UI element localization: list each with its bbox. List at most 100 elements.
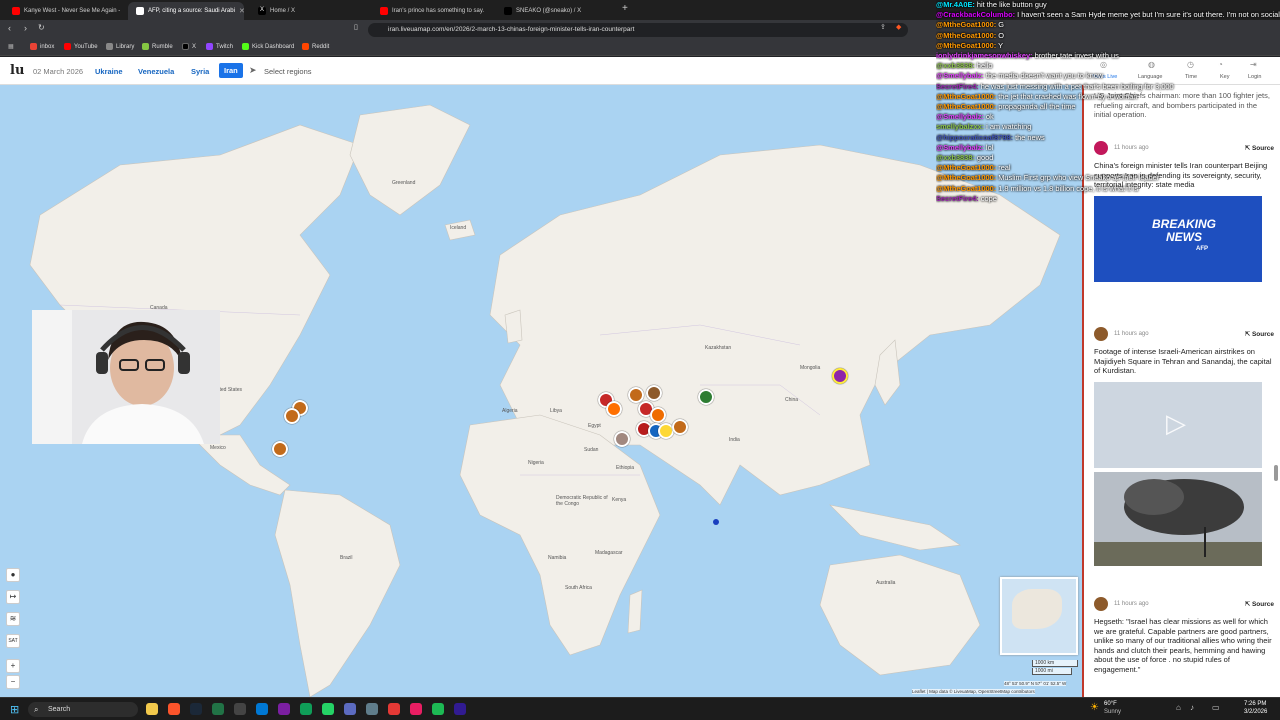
chat-username: @MtheGoat1000: bbox=[936, 30, 997, 40]
zoom-in-button[interactable]: + bbox=[6, 659, 20, 673]
event-pin-florida[interactable] bbox=[272, 441, 288, 457]
spotify-icon[interactable] bbox=[432, 703, 444, 715]
bookmark-rumble[interactable]: Rumble bbox=[142, 43, 173, 50]
bookmark-youtube[interactable]: YouTube bbox=[64, 43, 98, 50]
event-pin-turkey[interactable] bbox=[628, 387, 644, 403]
event-pin-us-east-2[interactable] bbox=[284, 408, 300, 424]
taskbar-search-box[interactable]: ⌕ Search bbox=[28, 702, 138, 717]
region-tab-venezuela[interactable]: Venezuela bbox=[138, 67, 174, 76]
opera-icon[interactable] bbox=[388, 703, 400, 715]
taskbar-date[interactable]: 3/2/2026 bbox=[1244, 709, 1267, 715]
file-explorer-icon[interactable] bbox=[146, 703, 158, 715]
brave-shield-icon[interactable]: ◆ bbox=[896, 23, 901, 31]
source-link[interactable]: ⇱ Source bbox=[1245, 600, 1274, 608]
network-icon[interactable]: ⌂ bbox=[1176, 703, 1181, 712]
excel-icon[interactable] bbox=[212, 703, 224, 715]
youtube-icon bbox=[380, 7, 388, 15]
url-field[interactable]: iran.liveuamap.com/en/2026/2-march-13-ch… bbox=[368, 23, 908, 37]
bookmark-kick[interactable]: Kick Dashboard bbox=[242, 43, 294, 50]
minimap[interactable] bbox=[1000, 577, 1078, 655]
chat-text: he was just messing with a pet that's be… bbox=[978, 81, 1174, 91]
premiere-icon[interactable] bbox=[454, 703, 466, 715]
volume-icon[interactable]: ♪ bbox=[1190, 703, 1194, 712]
event-pin-afghanistan[interactable] bbox=[698, 389, 714, 405]
close-tab-icon[interactable]: ✕ bbox=[239, 7, 244, 15]
tab-label: Home / X bbox=[270, 8, 296, 14]
world-map[interactable]: Greenland Iceland Canada United States M… bbox=[0, 85, 1082, 697]
video-thumbnail[interactable]: ▷ bbox=[1094, 381, 1262, 468]
share-icon[interactable]: ⇪ bbox=[880, 23, 886, 31]
news-item[interactable]: 11 hours ago ⇱ Source Footage of intense… bbox=[1094, 327, 1274, 566]
region-tab-syria[interactable]: Syria bbox=[191, 67, 209, 76]
weather-temp[interactable]: 60°F bbox=[1104, 701, 1117, 707]
battery-icon[interactable]: ▭ bbox=[1212, 703, 1220, 712]
browser-tab-1[interactable]: Kanye West - Never See Me Again - bbox=[4, 2, 126, 20]
select-regions-button[interactable]: Select regions bbox=[264, 67, 312, 76]
event-pin-iran-west[interactable] bbox=[650, 407, 666, 423]
region-tab-ukraine[interactable]: Ukraine bbox=[95, 67, 123, 76]
region-tab-iran[interactable]: Iran bbox=[219, 63, 243, 78]
bookmark-library[interactable]: Library bbox=[106, 43, 134, 50]
chat-username: @Mr.4A0E: bbox=[936, 0, 975, 9]
whatsapp-icon[interactable] bbox=[322, 703, 334, 715]
event-pin-iran-east[interactable] bbox=[672, 419, 688, 435]
label-libya: Libya bbox=[550, 408, 562, 414]
chrome-icon[interactable] bbox=[300, 703, 312, 715]
source-link[interactable]: ⇱ Source bbox=[1245, 330, 1274, 338]
browser-tab-5[interactable]: SNEAKO (@sneako) / X bbox=[496, 2, 618, 20]
reload-icon[interactable]: ↻ bbox=[38, 23, 45, 32]
back-icon[interactable]: ‹ bbox=[8, 23, 11, 33]
event-pin-saudi[interactable] bbox=[614, 431, 630, 447]
browser-tab-2[interactable]: AFP, citing a source: Saudi Arabi ✕ bbox=[128, 2, 244, 20]
bookmark-inbox[interactable]: inbox bbox=[30, 43, 54, 50]
apps-grid-icon[interactable]: ▦ bbox=[8, 43, 14, 50]
header-date[interactable]: 02 March 2026 bbox=[33, 67, 83, 76]
rumble-icon bbox=[142, 43, 149, 50]
label-mongolia: Mongolia bbox=[800, 365, 821, 371]
bookmark-x[interactable]: X bbox=[182, 43, 196, 50]
zoom-out-button[interactable]: − bbox=[6, 675, 20, 689]
steam-icon[interactable] bbox=[190, 703, 202, 715]
airstrike-photo[interactable] bbox=[1094, 471, 1262, 566]
bookmark-reddit[interactable]: Reddit bbox=[302, 43, 329, 50]
chat-text: G bbox=[996, 20, 1004, 30]
app-icon[interactable] bbox=[344, 703, 356, 715]
chat-message: SecretFire4: he was just messing with a … bbox=[936, 82, 1280, 92]
brave-browser-icon[interactable] bbox=[168, 703, 180, 715]
edge-icon[interactable] bbox=[256, 703, 268, 715]
measure-button[interactable]: ↦ bbox=[6, 590, 20, 604]
chat-text: cope bbox=[978, 193, 997, 203]
event-pin-beijing[interactable] bbox=[832, 368, 848, 384]
capcut-icon[interactable] bbox=[410, 703, 422, 715]
taskbar-time[interactable]: 7:26 PM bbox=[1244, 701, 1266, 707]
source-avatar-icon bbox=[1094, 327, 1108, 341]
new-tab-button[interactable]: + bbox=[622, 3, 628, 14]
chat-username: @xxb3838: bbox=[936, 61, 975, 71]
chat-username: SecretFire4: bbox=[936, 193, 979, 203]
browser-tab-3[interactable]: X Home / X bbox=[250, 2, 366, 20]
layers-button[interactable]: ≋ bbox=[6, 612, 20, 626]
bookmark-icon[interactable]: ▯ bbox=[354, 23, 358, 31]
satellite-button[interactable]: SAT bbox=[6, 634, 20, 648]
reddit-icon bbox=[302, 43, 309, 50]
locate-button[interactable]: ● bbox=[6, 568, 20, 582]
obs-icon[interactable] bbox=[234, 703, 246, 715]
map-marker-dot[interactable] bbox=[713, 519, 719, 525]
sidebar-scrollbar[interactable] bbox=[1274, 465, 1278, 481]
news-item[interactable]: 11 hours ago ⇱ Source Hegseth: "Israel h… bbox=[1094, 597, 1274, 674]
chat-text: hit the like button guy bbox=[974, 0, 1047, 9]
discord-icon[interactable] bbox=[278, 703, 290, 715]
liveuamap-logo[interactable]: lu bbox=[10, 63, 24, 78]
event-pin-levant[interactable] bbox=[606, 401, 622, 417]
chat-username: @MtheGoat1000: bbox=[936, 173, 997, 183]
chat-username: @CrackbackColumbo: bbox=[936, 10, 1016, 20]
play-icon[interactable]: ▷ bbox=[1166, 408, 1186, 439]
terminal-icon[interactable] bbox=[366, 703, 378, 715]
event-pin-caucasus[interactable] bbox=[646, 385, 662, 401]
windows-start-icon[interactable]: ⊞ bbox=[10, 703, 19, 716]
bookmark-twitch[interactable]: Twitch bbox=[206, 43, 233, 50]
forward-icon[interactable]: › bbox=[24, 23, 27, 33]
weather-desc: Sunny bbox=[1104, 709, 1122, 715]
chat-text: I haven't seen a Sam Hyde meme yet but I… bbox=[1017, 10, 1280, 20]
browser-tab-4[interactable]: Iran's prince has something to say. bbox=[372, 2, 494, 20]
